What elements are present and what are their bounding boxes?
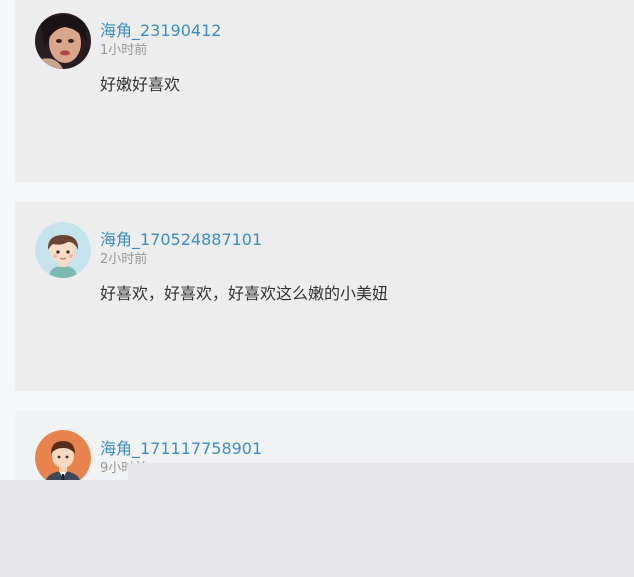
user-avatar[interactable] xyxy=(35,430,91,486)
photo-avatar-icon xyxy=(35,13,91,69)
comment-text: 好嫩好喜欢 xyxy=(100,75,181,94)
cartoon-boy-avatar-icon xyxy=(35,222,91,278)
comment-time: 1小时前 xyxy=(100,43,148,58)
username-link[interactable]: 海角_170524887101 xyxy=(100,230,262,250)
bottom-overlay xyxy=(0,480,634,577)
comment-text: 好喜欢，好喜欢，好喜欢这么嫩的小美妞 xyxy=(100,284,389,303)
comment-page: 海角_23190412 1小时前 好嫩好喜欢 海角_170524887101 2… xyxy=(0,0,634,577)
user-avatar[interactable] xyxy=(35,13,91,69)
comment-card: 海角_170524887101 2小时前 好喜欢，好喜欢，好喜欢这么嫩的小美妞 xyxy=(15,202,634,391)
comment-card: 海角_23190412 1小时前 好嫩好喜欢 xyxy=(15,0,634,182)
bottom-overlay-edge xyxy=(128,463,634,480)
user-avatar[interactable] xyxy=(35,222,91,278)
username-link[interactable]: 海角_23190412 xyxy=(100,21,221,41)
cartoon-man-suit-avatar-icon xyxy=(35,430,91,486)
comment-time: 2小时前 xyxy=(100,252,148,267)
username-link[interactable]: 海角_171117758901 xyxy=(100,439,262,459)
